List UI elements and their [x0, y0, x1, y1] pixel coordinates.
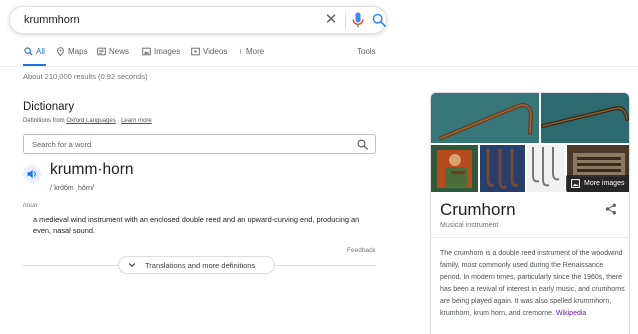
- crumhorn-diagram: [527, 145, 565, 192]
- crumhorn-image[interactable]: [541, 93, 629, 143]
- tab-news[interactable]: News: [97, 47, 129, 66]
- part-of-speech: noun: [23, 202, 38, 209]
- pronunciation-button[interactable]: [23, 165, 41, 183]
- search-tabs: All Maps News Images Videos More Tools: [0, 44, 638, 67]
- tab-label: News: [109, 47, 130, 56]
- map-pin-icon: [57, 47, 64, 56]
- image-icon: [142, 47, 151, 56]
- headword: krumm·horn: [50, 161, 134, 178]
- search-input[interactable]: krummhorn: [24, 14, 80, 26]
- dictionary-title: Dictionary: [23, 101, 75, 113]
- panel-description: The crumhorn is a double reed instrument…: [440, 248, 626, 320]
- tab-label: Images: [154, 47, 181, 56]
- crumhorn-image[interactable]: [431, 93, 539, 143]
- microphone-icon[interactable]: [351, 12, 365, 29]
- search-icon[interactable]: [372, 13, 386, 27]
- definition: a medieval wind instrument with an enclo…: [33, 215, 360, 235]
- tab-more[interactable]: More: [238, 47, 264, 66]
- search-divider: [345, 13, 346, 28]
- tab-videos[interactable]: Videos: [191, 47, 227, 66]
- description-text: The crumhorn is a double reed instrument…: [440, 250, 625, 317]
- feedback-link[interactable]: Feedback: [347, 247, 376, 254]
- crumhorn-image[interactable]: [431, 145, 478, 192]
- tab-label: Maps: [68, 47, 88, 56]
- more-images-button[interactable]: More images: [566, 175, 629, 192]
- divider: [431, 237, 629, 238]
- more-vert-icon: [239, 49, 242, 54]
- tools-button[interactable]: Tools: [357, 47, 376, 56]
- news-icon: [97, 47, 106, 56]
- tab-maps[interactable]: Maps: [56, 47, 88, 66]
- chevron-down-icon: [128, 263, 136, 268]
- result-stats: About 210,000 results (0.92 seconds): [23, 72, 148, 81]
- painting-photo: [431, 145, 478, 192]
- learn-more-link[interactable]: Learn more: [121, 118, 152, 124]
- dictionary-source: Definitions from Oxford Languages · Lear…: [23, 118, 152, 124]
- crumhorn-photo: [431, 93, 539, 143]
- crumhorn-set-photo: [480, 145, 525, 192]
- crumhorn-image[interactable]: [527, 145, 565, 192]
- panel-subtitle: Musical instrument: [440, 222, 499, 229]
- search-box[interactable]: krummhorn ✕: [9, 6, 387, 34]
- phonetic: /ˈkro͝om ˌhôrn/: [50, 185, 94, 192]
- crumhorn-image[interactable]: [480, 145, 525, 192]
- tab-all[interactable]: All: [23, 47, 46, 66]
- tab-label: All: [36, 47, 45, 56]
- more-images-label: More images: [584, 180, 625, 187]
- video-icon: [191, 47, 200, 56]
- search-icon[interactable]: [357, 139, 368, 150]
- source-prefix: Definitions from: [23, 118, 67, 124]
- knowledge-panel: More images Crumhorn Musical instrument …: [430, 92, 630, 334]
- translations-button[interactable]: Translations and more definitions: [118, 256, 275, 274]
- oxford-languages-link[interactable]: Oxford Languages: [66, 118, 115, 124]
- speaker-icon: [27, 169, 36, 179]
- crumhorn-photo: [541, 93, 629, 143]
- tab-label: More: [246, 47, 265, 56]
- tab-label: Videos: [203, 47, 228, 56]
- tab-images[interactable]: Images: [142, 47, 180, 66]
- translations-label: Translations and more definitions: [145, 260, 256, 270]
- clear-search-button[interactable]: ✕: [322, 11, 340, 29]
- image-icon: [571, 179, 580, 188]
- share-icon[interactable]: [605, 203, 617, 215]
- word-search-field[interactable]: Search for a word: [23, 134, 376, 154]
- wikipedia-link[interactable]: Wikipedia: [556, 310, 586, 317]
- search-icon: [24, 47, 33, 56]
- panel-title: Crumhorn: [440, 200, 516, 219]
- word-search-placeholder: Search for a word: [32, 140, 92, 149]
